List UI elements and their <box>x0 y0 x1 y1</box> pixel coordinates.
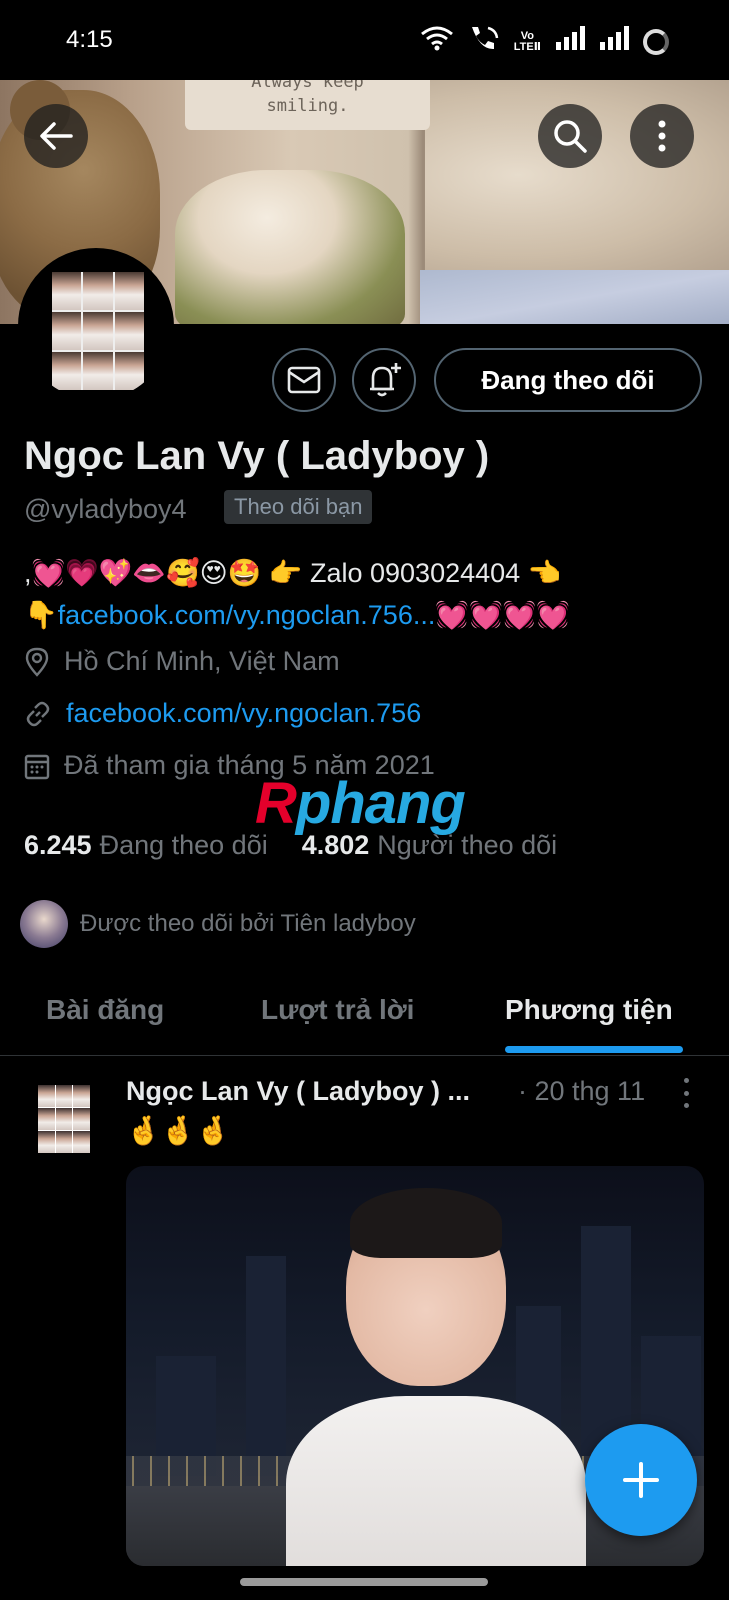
followed-by-text: Được theo dõi bởi Tiên ladyboy <box>80 910 416 937</box>
volte-top-text: Vo <box>520 29 535 42</box>
search-button[interactable] <box>538 104 602 168</box>
following-label: Đang theo dõi <box>99 830 268 860</box>
status-time: 4:15 <box>66 26 113 53</box>
following-stat[interactable]: 6.245 Đang theo dõi <box>24 830 268 861</box>
volte-icon: Vo LTEⅡ <box>513 29 541 53</box>
profile-stats: 6.245 Đang theo dõi 4.802 Người theo dõi <box>24 830 557 861</box>
location-pin-icon <box>25 647 49 677</box>
banner-note-line2: smiling. <box>266 96 349 116</box>
tulips-image <box>175 170 405 324</box>
profile-handle: @vyladyboy4 <box>24 494 187 524</box>
post-date: · 20 thg 11 <box>518 1076 646 1106</box>
followers-count: 4.802 <box>301 830 370 860</box>
bio-line-1: ,💓💗💖👄🥰😍🤩 👉 Zalo 0903024404 👈 <box>24 558 562 588</box>
bio-emoji-suffix: 💓💓💓💓 <box>435 600 570 630</box>
active-tab-indicator <box>505 1046 683 1053</box>
tab-posts[interactable]: Bài đăng <box>46 994 164 1026</box>
signal-icon <box>555 26 585 57</box>
person-shirt <box>286 1396 586 1566</box>
more-options-button[interactable] <box>630 104 694 168</box>
website-link[interactable]: facebook.com/vy.ngoclan.756 <box>66 698 421 729</box>
bio-line-2: 👇facebook.com/vy.ngoclan.756...💓💓💓💓 <box>24 594 704 636</box>
mail-icon <box>287 366 321 394</box>
person-figure <box>286 1188 586 1566</box>
notifications-button[interactable] <box>352 348 416 412</box>
banner-note: Always keep smiling. <box>185 80 430 130</box>
profile-website[interactable]: facebook.com/vy.ngoclan.756 <box>24 698 421 729</box>
link-icon <box>26 701 50 726</box>
following-count: 6.245 <box>24 830 92 860</box>
watermark-part1: R <box>255 771 297 836</box>
person-hair <box>350 1188 502 1258</box>
follower-avatar <box>20 900 68 948</box>
back-arrow-icon <box>40 122 73 150</box>
message-button[interactable] <box>272 348 336 412</box>
wifi-call-icon <box>468 24 500 59</box>
location-text: Hồ Chí Minh, Việt Nam <box>64 646 340 676</box>
plus-icon <box>623 1462 659 1498</box>
bio-facebook-link[interactable]: facebook.com/vy.ngoclan.756... <box>58 600 436 630</box>
watermark-part2: phang <box>295 771 466 836</box>
follows-you-badge: Theo dõi bạn <box>224 490 373 524</box>
profile-tabs: Bài đăng Lượt trả lời Phương tiện <box>0 980 729 1056</box>
calendar-icon <box>24 754 50 779</box>
search-icon <box>554 120 587 153</box>
home-indicator[interactable] <box>240 1578 488 1586</box>
banner-paper <box>420 270 729 324</box>
building-shape <box>246 1256 286 1476</box>
more-vertical-icon <box>658 120 666 152</box>
wifi-icon <box>420 25 454 58</box>
profile-location: Hồ Chí Minh, Việt Nam <box>24 646 340 677</box>
tab-replies[interactable]: Lượt trả lời <box>261 994 414 1026</box>
battery-icon <box>643 28 669 55</box>
avatar-photo-grid <box>52 272 144 390</box>
signal-icon <box>599 26 629 57</box>
status-bar: 4:15 Vo LTEⅡ <box>0 0 729 80</box>
compose-button[interactable] <box>585 1424 697 1536</box>
volte-bottom-text: LTEⅡ <box>513 40 541 53</box>
post-more-icon[interactable] <box>676 1078 696 1108</box>
bell-plus-icon <box>370 363 401 397</box>
followers-label: Người theo dõi <box>377 830 558 860</box>
status-icons: Vo LTEⅡ <box>420 24 669 59</box>
tab-media[interactable]: Phương tiện <box>505 994 673 1026</box>
profile-bio: ,💓💗💖👄🥰😍🤩 👉 Zalo 0903024404 👈 👇facebook.c… <box>24 552 704 636</box>
post-author-name[interactable]: Ngọc Lan Vy ( Ladyboy ) ... <box>126 1076 470 1107</box>
back-button[interactable] <box>24 104 88 168</box>
followers-stat[interactable]: 4.802 Người theo dõi <box>302 830 557 861</box>
watermark-logo: Rphang <box>255 770 466 837</box>
banner-note-line1: Always keep <box>251 80 364 92</box>
followed-by[interactable]: Được theo dõi bởi Tiên ladyboy <box>20 900 416 948</box>
bio-emoji-prefix: 👇 <box>24 600 58 630</box>
following-button[interactable]: Đang theo dõi <box>434 348 702 412</box>
profile-name: Ngọc Lan Vy ( Ladyboy ) <box>24 434 490 478</box>
profile-avatar[interactable] <box>18 248 174 404</box>
post-text: 🤞🤞🤞 <box>126 1115 231 1146</box>
post-author-avatar[interactable] <box>38 1085 90 1153</box>
